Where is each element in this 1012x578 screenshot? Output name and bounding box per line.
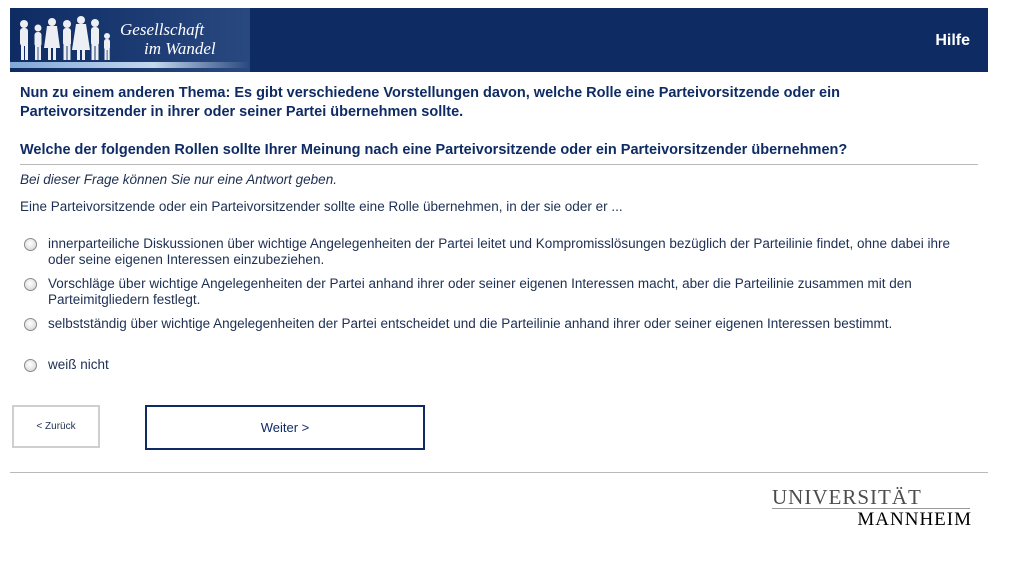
- intro-text: Nun zu einem anderen Thema: Es gibt vers…: [20, 85, 841, 120]
- answer-option-3[interactable]: selbstständig über wichtige Angelegenhei…: [24, 316, 974, 332]
- site-header: Gesellschaft im Wandel Hilfe: [10, 8, 988, 72]
- people-silhouettes-icon: [20, 16, 110, 60]
- university-logo: UNIVERSITÄT MANNHEIM: [772, 486, 974, 530]
- question-text: Welche der folgenden Rollen sollte Ihrer…: [20, 142, 848, 158]
- answer-option-1[interactable]: innerparteiliche Diskussionen über wicht…: [24, 236, 974, 268]
- radio-button[interactable]: [24, 359, 37, 372]
- logo-line-2: im Wandel: [144, 39, 216, 58]
- radio-button[interactable]: [24, 278, 37, 291]
- next-button[interactable]: Weiter >: [145, 405, 425, 450]
- logo-text: Gesellschaft im Wandel: [120, 20, 216, 58]
- answer-option-label[interactable]: innerparteiliche Diskussionen über wicht…: [48, 236, 974, 268]
- question-stem: Eine Parteivorsitzende oder ein Parteivo…: [20, 199, 623, 214]
- logo-line-1: Gesellschaft: [120, 20, 205, 39]
- answer-option-label[interactable]: weiß nicht: [48, 357, 109, 373]
- back-button[interactable]: < Zurück: [12, 405, 100, 448]
- radio-button[interactable]: [24, 238, 37, 251]
- radio-button[interactable]: [24, 318, 37, 331]
- answer-option-label[interactable]: Vorschläge über wichtige Angelegenheiten…: [48, 276, 974, 308]
- answer-option-2[interactable]: Vorschläge über wichtige Angelegenheiten…: [24, 276, 974, 308]
- answer-option-dont-know[interactable]: weiß nicht: [24, 357, 974, 373]
- answer-option-label[interactable]: selbstständig über wichtige Angelegenhei…: [48, 316, 892, 332]
- university-logo-line-2: MANNHEIM: [857, 509, 972, 530]
- help-link[interactable]: Hilfe: [935, 32, 970, 50]
- footer-divider: [10, 472, 988, 473]
- instruction-text: Bei dieser Frage können Sie nur eine Ant…: [20, 172, 337, 187]
- question-divider: [20, 164, 978, 165]
- university-logo-line-1: UNIVERSITÄT: [772, 485, 922, 509]
